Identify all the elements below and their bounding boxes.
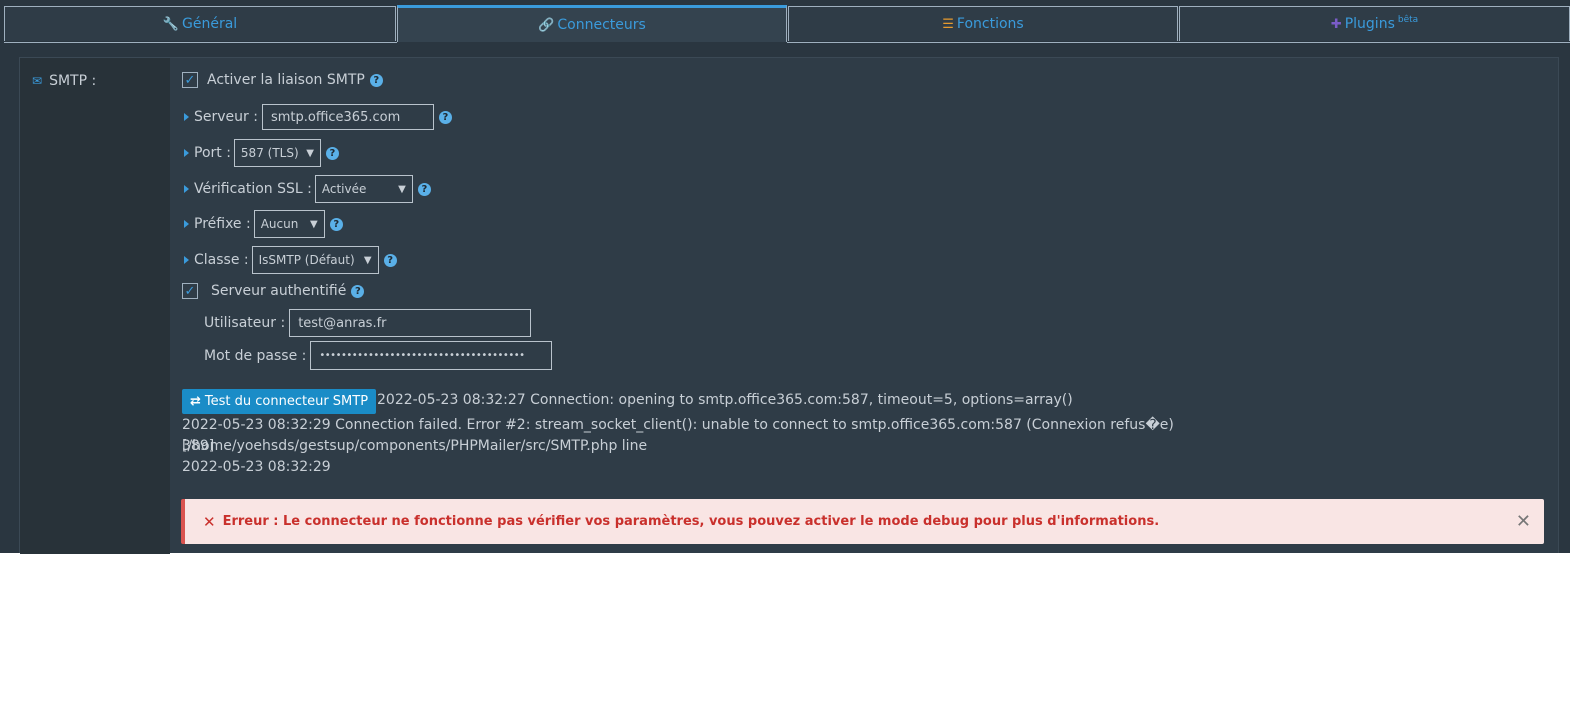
connector-panel: ✉ SMTP : <box>19 57 1559 554</box>
tab-plugins[interactable]: ✚ Plugins bêta <box>1179 6 1570 41</box>
puzzle-icon: ✚ <box>1330 16 1342 32</box>
ssl-select[interactable]: Activée ▼ <box>314 175 413 203</box>
user-row: Utilisateur : test@anras.fr <box>204 309 532 337</box>
beta-badge: bêta <box>1397 15 1419 25</box>
prefix-select[interactable]: Aucun ▼ <box>253 210 325 238</box>
test-smtp-button[interactable]: ⇄ Test du connecteur SMTP <box>182 389 377 414</box>
caret-right-icon <box>184 149 189 157</box>
server-label: Serveur : <box>194 109 258 125</box>
help-icon[interactable]: ? <box>383 253 397 267</box>
server-input[interactable]: smtp.office365.com <box>261 104 434 130</box>
section-label: ✉ SMTP : <box>32 73 96 89</box>
log-line: 389] <box>182 438 215 454</box>
tab-divider <box>4 42 397 43</box>
caret-right-icon <box>184 113 189 121</box>
chevron-down-icon: ▼ <box>398 183 406 195</box>
tab-bar: 🔧 Général 🔗 Connecteurs ☰ Fonctions ✚ Pl… <box>4 5 1570 43</box>
auth-checkbox[interactable]: ✓ <box>182 283 198 299</box>
ssl-row: Vérification SSL : Activée ▼ ? <box>184 174 431 204</box>
caret-right-icon <box>184 185 189 193</box>
close-icon[interactable]: ✕ <box>1516 511 1531 532</box>
log-line: 2022-05-23 08:32:29 <box>182 459 331 475</box>
caret-right-icon <box>184 220 189 228</box>
help-icon[interactable]: ? <box>438 110 452 124</box>
log-line: 2022-05-23 08:32:27 Connection: opening … <box>377 392 1073 408</box>
error-message: Erreur : Le connecteur ne fonctionne pas… <box>222 514 1160 529</box>
user-input[interactable]: test@anras.fr <box>289 309 532 337</box>
chevron-down-icon: ▼ <box>310 218 318 230</box>
app-window: 🔧 Général 🔗 Connecteurs ☰ Fonctions ✚ Pl… <box>0 0 1570 554</box>
prefix-row: Préfixe : Aucun ▼ ? <box>184 209 343 239</box>
tab-divider <box>787 42 1570 43</box>
chevron-down-icon: ▼ <box>306 147 314 159</box>
help-icon[interactable]: ? <box>325 146 339 160</box>
tab-connecteurs[interactable]: 🔗 Connecteurs <box>397 5 787 42</box>
enable-smtp-row: ✓ Activer la liaison SMTP ? <box>182 72 383 88</box>
tab-label: Connecteurs <box>557 17 646 33</box>
section-label-text: SMTP : <box>49 73 97 89</box>
password-row: Mot de passe : •••••••••••••••••••••••••… <box>204 341 553 370</box>
error-x-icon: ✕ <box>203 512 216 531</box>
ssl-label: Vérification SSL : <box>194 181 312 197</box>
port-row: Port : 587 (TLS) ▼ ? <box>184 138 339 168</box>
help-icon[interactable]: ? <box>369 73 383 87</box>
list-check-icon: ☰ <box>942 16 954 32</box>
envelope-icon: ✉ <box>32 74 43 88</box>
chevron-down-icon: ▼ <box>363 254 372 266</box>
server-row: Serveur : smtp.office365.com ? <box>184 103 452 131</box>
tab-fonctions[interactable]: ☰ Fonctions <box>788 6 1178 41</box>
test-smtp-button-label: Test du connecteur SMTP <box>204 394 369 409</box>
auth-label: Serveur authentifié <box>211 283 347 299</box>
error-alert: ✕ Erreur : Le connecteur ne fonctionne p… <box>181 499 1544 544</box>
help-icon[interactable]: ? <box>417 182 431 196</box>
prefix-label: Préfixe : <box>194 216 251 232</box>
class-row: Classe : IsSMTP (Défaut) ▼ ? <box>184 245 397 275</box>
help-icon[interactable]: ? <box>351 284 365 298</box>
section-sidebar: ✉ SMTP : <box>20 58 170 554</box>
class-select-value: IsSMTP (Défaut) <box>258 253 355 267</box>
exchange-icon: ⇄ <box>190 394 201 409</box>
wrench-icon: 🔧 <box>162 16 179 32</box>
port-select[interactable]: 587 (TLS) ▼ <box>233 139 321 167</box>
enable-smtp-checkbox[interactable]: ✓ <box>182 72 198 88</box>
ssl-select-value: Activée <box>321 182 367 196</box>
help-icon[interactable]: ? <box>329 217 343 231</box>
port-label: Port : <box>194 145 231 161</box>
password-input[interactable]: •••••••••••••••••••••••••••••••••••••• <box>310 341 553 370</box>
enable-smtp-label: Activer la liaison SMTP <box>207 72 365 88</box>
tab-general[interactable]: 🔧 Général <box>4 6 396 41</box>
auth-row: ✓ Serveur authentifié ? <box>182 283 365 299</box>
tab-label: Plugins <box>1344 16 1395 32</box>
tab-label: Fonctions <box>956 16 1024 32</box>
password-label: Mot de passe : <box>204 347 307 364</box>
port-select-value: 587 (TLS) <box>240 146 299 160</box>
caret-right-icon <box>184 256 189 264</box>
link-icon: 🔗 <box>538 17 555 33</box>
prefix-select-value: Aucun <box>260 217 299 231</box>
log-line: 2022-05-23 08:32:29 Connection failed. E… <box>182 417 1174 454</box>
user-label: Utilisateur : <box>204 315 286 331</box>
class-select[interactable]: IsSMTP (Défaut) ▼ <box>251 246 379 274</box>
class-label: Classe : <box>194 252 249 268</box>
tab-label: Général <box>182 16 238 32</box>
